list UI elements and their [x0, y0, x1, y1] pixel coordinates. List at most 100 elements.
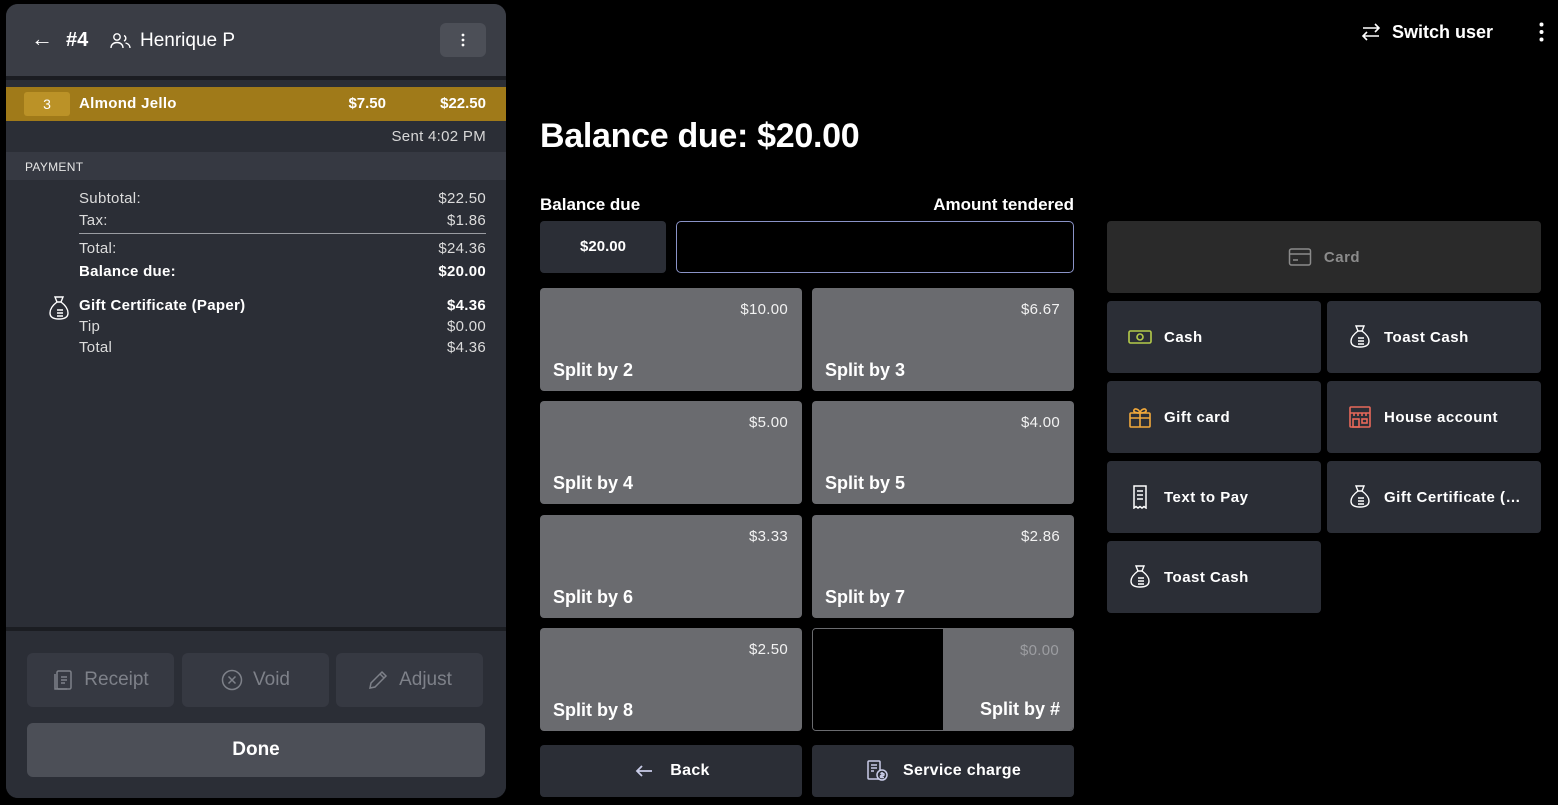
payment-section-header: PAYMENT [6, 152, 506, 180]
money-bag-icon [1350, 485, 1370, 508]
item-unit-price: $7.50 [348, 95, 386, 112]
split-by-6-button[interactable]: $3.33 Split by 6 [540, 515, 802, 618]
divider [6, 76, 506, 80]
order-menu-button[interactable] [440, 23, 486, 57]
payment-method-label: Text to Pay [1164, 489, 1249, 506]
applied-payment-name: Gift Certificate (Paper) [79, 297, 246, 314]
service-charge-button[interactable]: Service charge [812, 745, 1074, 797]
amount-tendered-input[interactable] [676, 221, 1074, 273]
server-name: Henrique P [140, 30, 236, 51]
balance-due-field-label: Balance due [540, 195, 641, 214]
subtotal-value: $22.50 [438, 190, 486, 207]
split-by-5-button[interactable]: $4.00 Split by 5 [812, 401, 1074, 504]
guests-icon [110, 33, 131, 49]
money-bag-icon [1130, 565, 1150, 588]
receipt-button[interactable]: Receipt [27, 653, 174, 707]
adjust-label: Adjust [399, 669, 452, 690]
card-payment-button[interactable]: Card [1107, 221, 1541, 293]
split-label: Split by 7 [825, 587, 906, 607]
item-total: $22.50 [440, 95, 486, 112]
split-by-custom-button[interactable]: $0.00 Split by # [812, 628, 1074, 731]
split-by-7-button[interactable]: $2.86 Split by 7 [812, 515, 1074, 618]
receipt-label: Receipt [84, 669, 149, 690]
switch-user-button[interactable]: Switch user [1360, 18, 1493, 46]
service-charge-icon [867, 760, 888, 781]
split-amount: $6.67 [1020, 301, 1060, 318]
more-vertical-icon [461, 33, 465, 47]
item-name: Almond Jello [79, 95, 177, 112]
back-arrow-icon[interactable]: ← [30, 26, 54, 52]
card-label: Card [1323, 248, 1361, 266]
done-button[interactable]: Done [27, 723, 485, 777]
payment-method-label: Toast Cash [1384, 329, 1469, 346]
text-to-pay-button[interactable]: Text to Pay [1107, 461, 1321, 533]
credit-card-icon [1288, 248, 1312, 266]
arrow-left-icon [635, 765, 653, 777]
cash-button[interactable]: Cash [1107, 301, 1321, 373]
gift-icon [1129, 408, 1151, 428]
payment-method-label: Cash [1164, 329, 1203, 346]
order-number: #4 [66, 29, 89, 51]
service-charge-label: Service charge [902, 762, 1022, 779]
order-panel: ← #4 Henrique P 3 Almond Jello $7.50 $22… [6, 4, 506, 798]
split-by-3-button[interactable]: $6.67 Split by 3 [812, 288, 1074, 391]
void-icon [221, 669, 243, 691]
applied-tip-value: $0.00 [446, 318, 486, 335]
split-by-8-button[interactable]: $2.50 Split by 8 [540, 628, 802, 731]
payment-method-label: Gift Certificate (… [1384, 489, 1522, 506]
item-quantity: 3 [24, 92, 70, 116]
gift-certificate-button[interactable]: Gift Certificate (… [1327, 461, 1541, 533]
applied-payment-row[interactable]: Gift Certificate (Paper) $4.36 [79, 297, 486, 315]
amount-tendered-label: Amount tendered [933, 195, 1074, 214]
money-bag-icon [1350, 325, 1370, 348]
storefront-icon [1349, 406, 1371, 428]
back-button[interactable]: Back [540, 745, 802, 797]
balance-due-row: Balance due: $20.00 [79, 263, 486, 281]
adjust-button[interactable]: Adjust [336, 653, 483, 707]
payment-method-label: House account [1384, 409, 1499, 426]
split-amount: $3.33 [748, 528, 788, 545]
main-menu-button[interactable] [1530, 18, 1552, 46]
toast-cash-button[interactable]: Toast Cash [1327, 301, 1541, 373]
subtotal-row: Subtotal: $22.50 [79, 190, 486, 208]
order-item-row[interactable]: 3 Almond Jello $7.50 $22.50 [6, 87, 506, 121]
applied-total-value: $4.36 [446, 339, 486, 356]
void-label: Void [253, 669, 290, 690]
toast-cash-button-2[interactable]: Toast Cash [1107, 541, 1321, 613]
split-by-2-button[interactable]: $10.00 Split by 2 [540, 288, 802, 391]
page-title: Balance due: $20.00 [540, 117, 860, 155]
switch-user-label: Switch user [1392, 21, 1494, 42]
split-amount: $2.86 [1020, 528, 1060, 545]
tax-row: Tax: $1.86 [79, 212, 486, 230]
balance-due-value: $20.00 [438, 263, 486, 280]
tax-label: Tax: [79, 212, 108, 229]
split-amount: $0.00 [1019, 642, 1059, 659]
tax-value: $1.86 [446, 212, 486, 229]
back-label: Back [670, 762, 710, 779]
applied-tip-label: Tip [79, 318, 101, 335]
pencil-icon [369, 670, 388, 689]
split-amount: $2.50 [748, 641, 788, 658]
house-account-button[interactable]: House account [1327, 381, 1541, 453]
split-custom-input-area[interactable] [813, 629, 943, 730]
split-label: Split by 4 [553, 473, 634, 493]
void-button[interactable]: Void [182, 653, 329, 707]
applied-tip-row: Tip $0.00 [79, 318, 486, 336]
cash-icon [1128, 330, 1152, 344]
payment-section-label: PAYMENT [25, 160, 84, 174]
more-vertical-icon [1539, 22, 1543, 42]
payment-method-label: Toast Cash [1164, 569, 1249, 586]
gift-card-button[interactable]: Gift card [1107, 381, 1321, 453]
split-label: Split by 3 [825, 360, 906, 380]
split-label: Split by 2 [553, 360, 634, 380]
balance-due-box[interactable]: $20.00 [540, 221, 666, 273]
split-label: Split by 5 [825, 473, 906, 493]
payment-method-label: Gift card [1164, 409, 1231, 426]
sent-time: Sent 4:02 PM [391, 128, 486, 145]
total-row: Total: $24.36 [79, 240, 486, 258]
applied-payment-amount: $4.36 [446, 297, 486, 314]
total-label: Total: [79, 240, 117, 257]
split-by-4-button[interactable]: $5.00 Split by 4 [540, 401, 802, 504]
swap-arrows-icon [1361, 23, 1381, 41]
split-amount: $5.00 [748, 414, 788, 431]
